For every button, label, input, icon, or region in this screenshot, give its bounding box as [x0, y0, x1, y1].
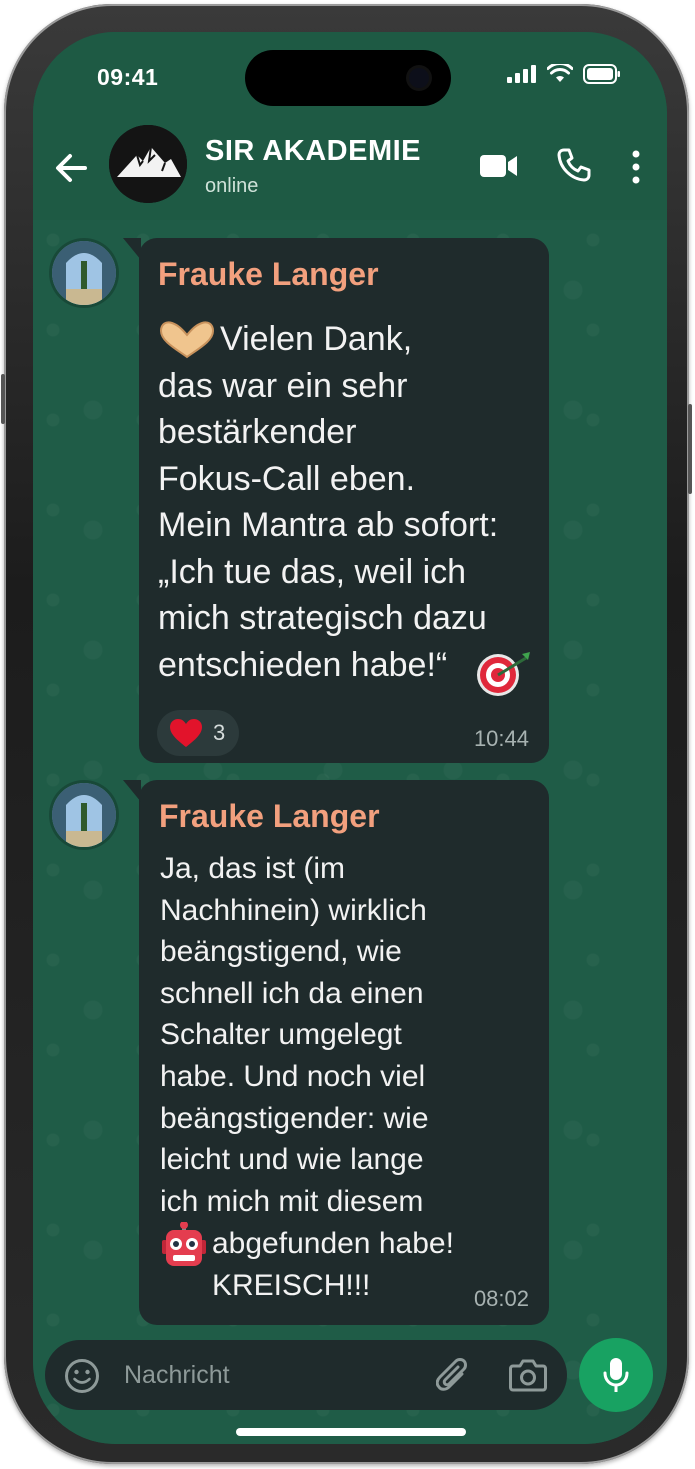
reaction-badge[interactable]: 3 — [157, 710, 240, 756]
sender-name[interactable]: Frauke Langer — [159, 798, 380, 835]
camera-input-icon[interactable] — [509, 1358, 547, 1392]
status-bar: 09:41 — [33, 32, 667, 120]
battery-icon — [583, 64, 620, 84]
status-icons — [507, 64, 621, 84]
message-input[interactable]: Nachricht — [124, 1361, 230, 1390]
mic-button[interactable] — [579, 1338, 653, 1412]
camera-icon — [409, 68, 429, 88]
direct-hit-emoji — [476, 648, 532, 703]
chat-status: online — [205, 175, 259, 197]
chat-title[interactable]: SIR AKADEMIE — [205, 135, 421, 168]
message-time: 08:02 — [473, 1286, 529, 1311]
dynamic-island — [245, 50, 451, 106]
home-indicator[interactable] — [236, 1428, 466, 1436]
screen: 09:41 SIR AKADEMIE online Frauke Langer … — [33, 32, 667, 1444]
mountain-logo — [109, 125, 187, 203]
robot-emoji — [160, 1221, 208, 1273]
wifi-icon — [547, 64, 573, 82]
reaction-count: 3 — [213, 720, 226, 745]
back-arrow-icon[interactable] — [51, 148, 91, 188]
phone-side-button — [1, 374, 5, 424]
sender-avatar[interactable] — [52, 783, 116, 847]
more-options-icon[interactable] — [631, 150, 641, 184]
message-text: Ja, das ist (im Nachhinein) wirklich beä… — [160, 852, 429, 1218]
message-bubble[interactable]: Frauke Langer Vielen Dank, das war ein s… — [123, 238, 549, 763]
sender-avatar[interactable] — [52, 241, 116, 305]
mic-icon — [603, 1358, 629, 1392]
message-time: 10:44 — [473, 726, 529, 751]
phone-power-button — [688, 404, 692, 494]
chat-area[interactable]: Frauke Langer Vielen Dank, das war ein s… — [33, 220, 667, 1444]
phone-frame: 09:41 SIR AKADEMIE online Frauke Langer … — [1, 4, 692, 1464]
message-text: Vielen Dank, das war ein sehr bestärkend… — [158, 320, 499, 684]
emoji-icon[interactable] — [64, 1358, 100, 1394]
message-input-bar[interactable]: Nachricht — [45, 1340, 567, 1410]
sender-name[interactable]: Frauke Langer — [158, 256, 379, 293]
chat-header: SIR AKADEMIE online — [33, 120, 667, 220]
status-time: 09:41 — [97, 64, 159, 90]
avatar-image — [52, 783, 116, 847]
attach-icon[interactable] — [436, 1357, 472, 1395]
avatar-image — [52, 241, 116, 305]
video-call-icon[interactable] — [479, 152, 519, 180]
signal-icon — [507, 65, 536, 83]
phone-call-icon[interactable] — [557, 148, 591, 182]
red-heart-icon — [170, 719, 202, 747]
group-avatar[interactable] — [109, 125, 187, 203]
message-bubble[interactable]: Frauke Langer Ja, das ist (im Nachhinein… — [123, 780, 549, 1325]
